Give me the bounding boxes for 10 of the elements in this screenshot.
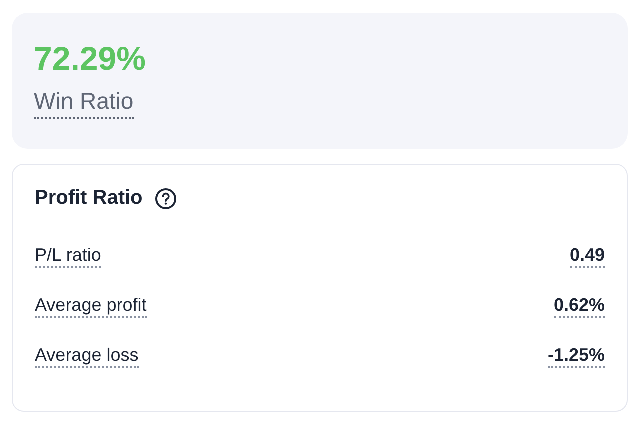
metric-value: -1.25%: [548, 344, 605, 368]
metric-label[interactable]: Average profit: [35, 294, 147, 318]
metric-value: 0.62%: [554, 294, 605, 318]
metric-value: 0.49: [570, 244, 605, 268]
win-ratio-value: 72.29%: [34, 39, 146, 79]
metric-label[interactable]: Average loss: [35, 344, 139, 368]
metric-label[interactable]: P/L ratio: [35, 244, 102, 268]
win-ratio-label[interactable]: Win Ratio: [34, 87, 134, 119]
help-icon[interactable]: [154, 188, 177, 210]
card-title: Profit Ratio: [35, 187, 143, 210]
